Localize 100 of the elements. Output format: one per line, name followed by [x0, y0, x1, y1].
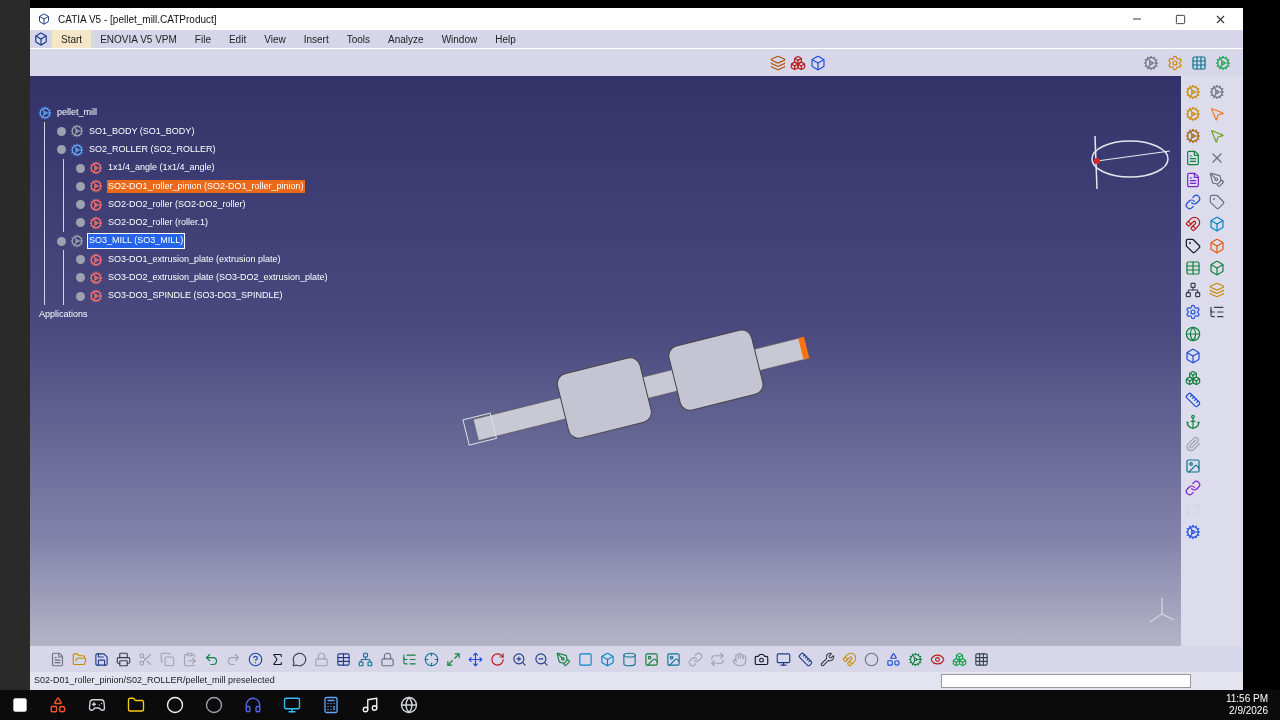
tree-item[interactable]: SO3-DO1_extrusion_plate (extrusion plate) — [107, 252, 282, 267]
undo-icon[interactable] — [204, 651, 219, 667]
link-icon[interactable] — [1185, 194, 1201, 210]
gear-icon[interactable] — [1209, 84, 1225, 100]
gear-icon[interactable] — [1215, 54, 1231, 71]
cube-icon[interactable] — [600, 651, 615, 667]
expand-node-icon[interactable] — [76, 181, 85, 191]
anchor-icon[interactable] — [1185, 414, 1201, 430]
tree-icon[interactable] — [1185, 282, 1201, 298]
expand-node-icon[interactable] — [57, 126, 66, 136]
boxes-icon[interactable] — [952, 651, 967, 667]
tree-item[interactable]: SO2-DO2_roller (SO2-DO2_roller) — [107, 197, 247, 212]
tree-item[interactable]: SO2_ROLLER (SO2_ROLLER) — [88, 143, 217, 157]
tree-item[interactable]: Applications — [38, 307, 89, 322]
box-icon[interactable] — [1185, 348, 1201, 364]
print-icon[interactable] — [116, 651, 131, 667]
pointer-icon[interactable] — [1209, 128, 1225, 144]
new-file-icon[interactable] — [50, 651, 65, 667]
expand-node-icon[interactable] — [76, 255, 85, 264]
document-icon[interactable] — [1185, 172, 1201, 188]
magnet-icon[interactable] — [842, 651, 857, 667]
camera-icon[interactable] — [754, 651, 769, 667]
music-icon[interactable] — [361, 696, 379, 714]
image-icon[interactable] — [1185, 458, 1201, 474]
tree-item[interactable]: pellet_mill — [56, 106, 99, 120]
expand-node-icon[interactable] — [76, 163, 85, 173]
expand-node-icon[interactable] — [76, 273, 85, 283]
tree-item[interactable]: SO3_MILL (SO3_MILL) — [88, 234, 185, 248]
headset-icon[interactable] — [244, 696, 262, 714]
help-icon[interactable] — [248, 651, 263, 667]
pointer-icon[interactable] — [1209, 106, 1225, 122]
pan-icon[interactable] — [468, 651, 483, 667]
circle-icon[interactable] — [205, 696, 223, 714]
link-icon[interactable] — [1185, 480, 1201, 496]
save-icon[interactable] — [94, 651, 109, 667]
menu-item[interactable]: Analyze — [379, 30, 433, 48]
rotate-icon[interactable] — [490, 651, 505, 667]
boxes-icon[interactable] — [790, 54, 806, 71]
eye-icon[interactable] — [930, 651, 945, 667]
paperclip-icon[interactable] — [1185, 436, 1201, 452]
menu-item[interactable]: Help — [486, 30, 525, 48]
box-icon[interactable] — [1209, 216, 1225, 232]
menu-item[interactable]: Start — [52, 30, 92, 48]
calculator-icon[interactable] — [322, 696, 340, 714]
formula-icon[interactable] — [270, 651, 285, 667]
fit-all-icon[interactable] — [446, 651, 461, 667]
image-icon[interactable] — [644, 651, 659, 667]
menu-item[interactable]: Window — [432, 30, 487, 48]
expand-node-icon[interactable] — [76, 200, 85, 210]
tree-icon[interactable] — [358, 651, 373, 667]
monitor-icon[interactable] — [283, 696, 301, 714]
box-icon[interactable] — [1209, 238, 1225, 254]
menu-item[interactable]: View — [255, 30, 295, 48]
gear-icon[interactable] — [1185, 128, 1201, 144]
wrench-icon[interactable] — [820, 651, 835, 667]
settings-icon[interactable] — [1167, 54, 1183, 71]
expand-node-icon[interactable] — [76, 218, 85, 228]
zoom-out-icon[interactable] — [534, 651, 549, 667]
menu-item[interactable]: Insert — [294, 30, 338, 48]
gear-icon[interactable] — [1185, 106, 1201, 122]
magnet-icon[interactable] — [1185, 216, 1201, 232]
comment-icon[interactable] — [292, 651, 307, 667]
pen-icon[interactable] — [1209, 172, 1225, 188]
table-icon[interactable] — [336, 651, 351, 667]
box-icon[interactable] — [810, 54, 826, 71]
tree-item[interactable]: SO3-DO2_extrusion_plate (SO3-DO2_extrusion_plate) — [107, 271, 329, 285]
menu-item[interactable]: File — [185, 30, 220, 48]
menu-item[interactable]: Tools — [337, 30, 380, 48]
collapse-node-icon[interactable] — [57, 236, 66, 246]
ruler-icon[interactable] — [798, 651, 813, 667]
document-icon[interactable] — [1185, 150, 1201, 166]
list-icon[interactable] — [1209, 304, 1225, 320]
menu-item[interactable]: ENOVIA V5 VPM — [91, 30, 186, 48]
open-folder-icon[interactable] — [72, 651, 87, 667]
grid-icon[interactable] — [974, 651, 989, 667]
boxes-icon[interactable] — [1185, 370, 1201, 386]
maximize-icon[interactable] — [1175, 13, 1186, 25]
folder-icon[interactable] — [127, 696, 145, 714]
shading-icon[interactable] — [622, 651, 637, 667]
image-icon[interactable] — [666, 651, 681, 667]
zoom-in-icon[interactable] — [512, 651, 527, 667]
command-input[interactable] — [941, 674, 1191, 688]
normal-view-icon[interactable] — [556, 651, 571, 667]
layers-icon[interactable] — [1209, 282, 1225, 298]
layers-icon[interactable] — [770, 54, 786, 71]
tree-item[interactable]: 1x1/4_angle (1x1/4_angle) — [107, 161, 216, 175]
monitor-icon[interactable] — [776, 651, 791, 667]
view-icon[interactable] — [578, 651, 593, 667]
lock-icon[interactable] — [380, 651, 395, 667]
gear-icon[interactable] — [1185, 524, 1201, 540]
collapse-node-icon[interactable] — [57, 145, 66, 155]
tree-item[interactable]: SO3-DO3_SPINDLE (SO3-DO3_SPINDLE) — [107, 289, 284, 303]
tag-icon[interactable] — [1185, 238, 1201, 254]
shapes-icon[interactable] — [886, 651, 901, 667]
expand-node-icon[interactable] — [76, 291, 85, 301]
list-icon[interactable] — [402, 651, 417, 667]
gear-icon[interactable] — [1143, 54, 1159, 71]
tree-item[interactable]: SO1_BODY (SO1_BODY) — [88, 124, 196, 139]
tree-item[interactable]: SO2-DO2_roller (roller.1) — [107, 216, 210, 230]
settings-icon[interactable] — [1185, 304, 1201, 320]
